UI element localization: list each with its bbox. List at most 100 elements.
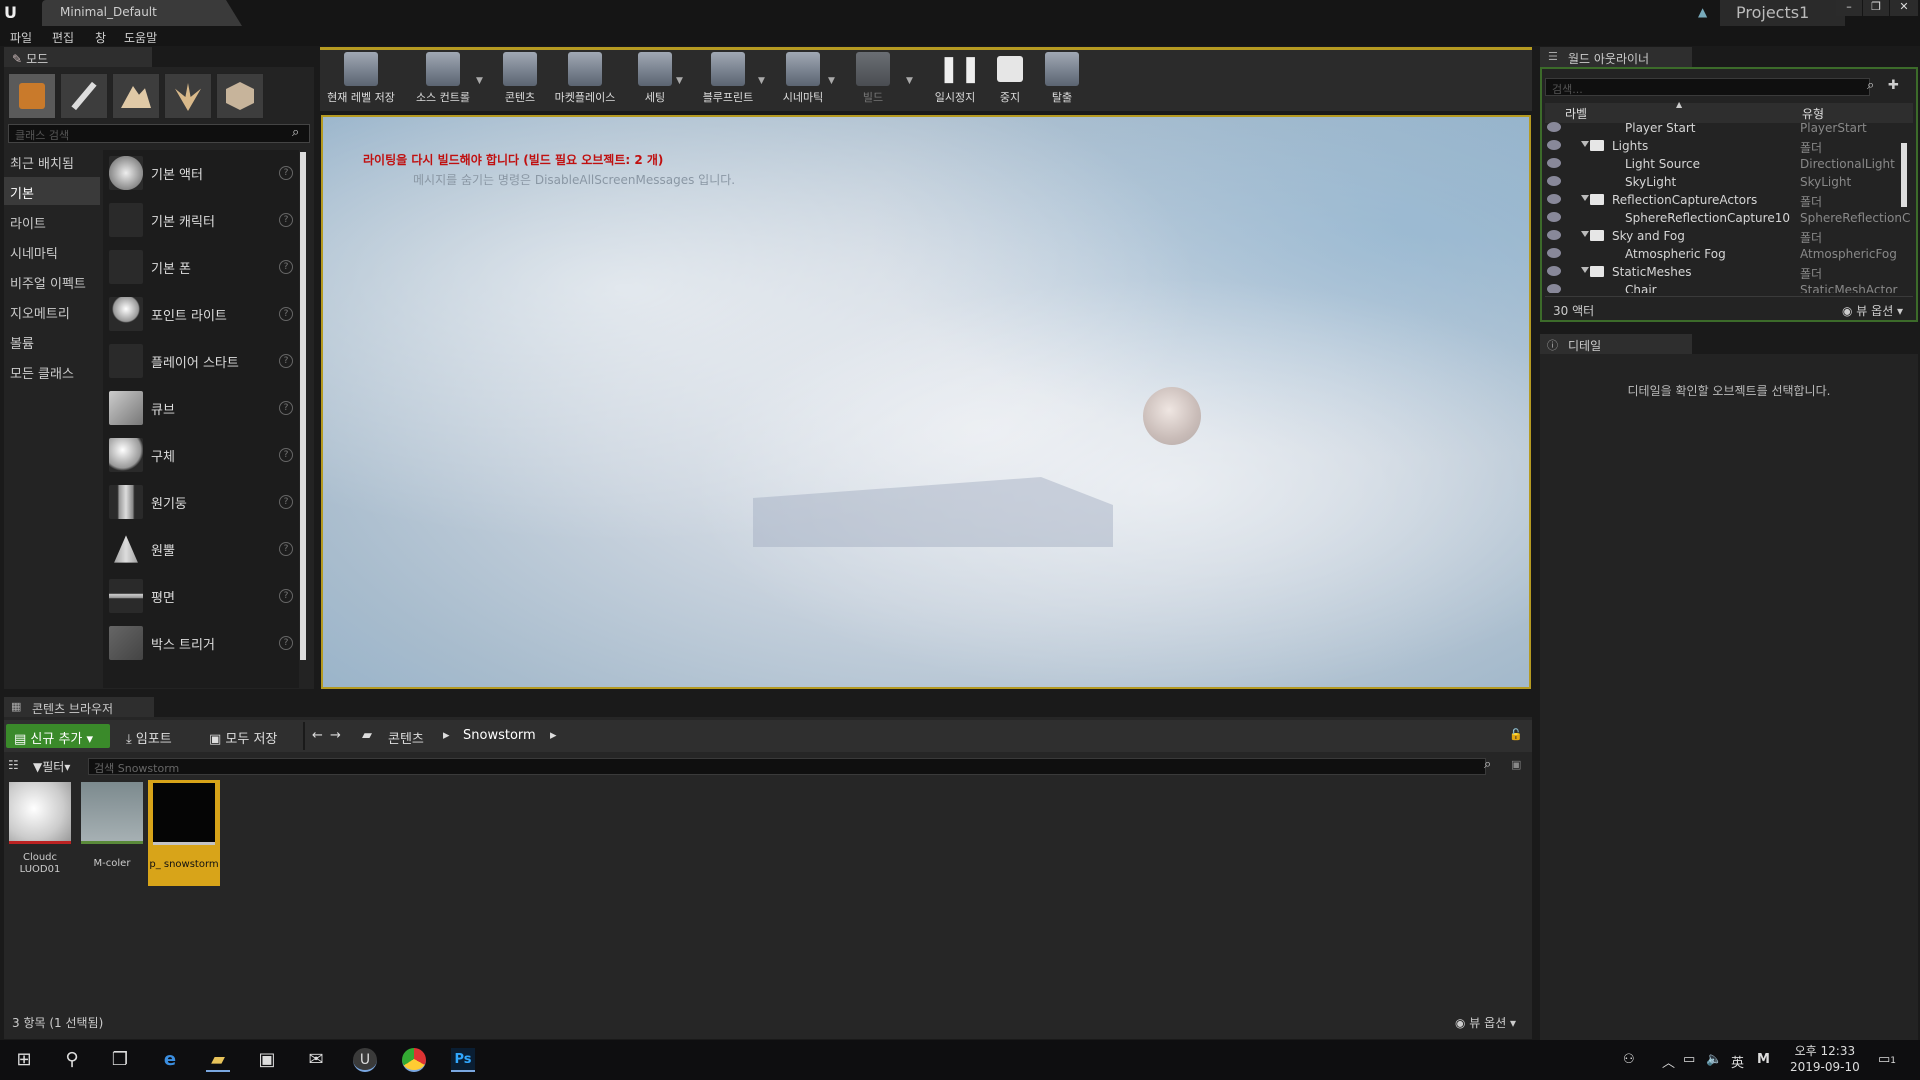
unreal-engine-icon[interactable]: U <box>353 1048 377 1072</box>
outliner-row[interactable]: Player Start PlayerStart <box>1545 119 1913 137</box>
details-tab[interactable]: 디테일 <box>1540 334 1692 354</box>
path-separator-icon[interactable]: ▸ <box>443 728 450 743</box>
path-snowstorm[interactable]: Snowstorm <box>463 728 536 743</box>
visibility-eye-icon[interactable] <box>1547 266 1561 276</box>
outliner-row[interactable]: Chair StaticMeshActor <box>1545 281 1913 293</box>
outliner-search-input[interactable]: 검색... <box>1545 78 1870 96</box>
outliner-row[interactable]: Atmospheric Fog AtmosphericFog <box>1545 245 1913 263</box>
visibility-eye-icon[interactable] <box>1547 140 1561 150</box>
blueprint-button[interactable]: 블루프린트 <box>693 52 763 108</box>
visibility-eye-icon[interactable] <box>1547 176 1561 186</box>
edge-browser-icon[interactable]: e <box>158 1048 182 1072</box>
place-item-basic-actor[interactable]: 기본 액터? <box>103 150 299 197</box>
cinematics-dropdown-icon[interactable]: ▼ <box>828 76 835 86</box>
learn-icon[interactable]: ▲ <box>1698 5 1714 19</box>
eject-button[interactable]: 탈출 <box>1027 52 1097 108</box>
outliner-scrollbar[interactable] <box>1901 143 1907 207</box>
visibility-eye-icon[interactable] <box>1547 122 1561 132</box>
outliner-row[interactable]: StaticMeshes 폴더 <box>1545 263 1913 281</box>
category-volumes[interactable]: 볼륨 <box>4 327 100 355</box>
search-icon[interactable]: ⌕ <box>1484 757 1491 772</box>
category-recent[interactable]: 최근 배치됨 <box>4 147 100 175</box>
settings-dropdown-icon[interactable]: ▼ <box>676 76 683 86</box>
place-item-point-light[interactable]: 포인트 라이트? <box>103 291 299 338</box>
store-icon[interactable]: ▣ <box>255 1048 279 1072</box>
place-item-cube[interactable]: 큐브? <box>103 385 299 432</box>
help-icon[interactable]: ? <box>279 636 293 650</box>
foliage-mode-button[interactable] <box>164 73 212 119</box>
place-mode-button[interactable] <box>8 73 56 119</box>
import-button[interactable]: ⤓ 임포트 <box>126 728 172 747</box>
level-viewport[interactable]: 라이팅을 다시 빌드해야 합니다 (빌드 필요 오브젝트: 2 개) 메시지를 … <box>321 115 1531 689</box>
place-item-cylinder[interactable]: 원기둥? <box>103 479 299 526</box>
minimize-button[interactable]: – <box>1836 0 1862 16</box>
source-control-button[interactable]: 소스 컨트롤 <box>408 52 478 108</box>
outliner-view-options[interactable]: ◉ 뷰 옵션 ▾ <box>1842 302 1903 319</box>
place-item-basic-pawn[interactable]: 기본 폰? <box>103 244 299 291</box>
expand-arrow-icon[interactable] <box>1581 267 1589 273</box>
expand-arrow-icon[interactable] <box>1581 231 1589 237</box>
visibility-eye-icon[interactable] <box>1547 248 1561 258</box>
outliner-row[interactable]: SkyLight SkyLight <box>1545 173 1913 191</box>
source-control-dropdown-icon[interactable]: ▼ <box>476 76 483 86</box>
blueprint-dropdown-icon[interactable]: ▼ <box>758 76 765 86</box>
people-icon[interactable]: ⚇ <box>1623 1052 1635 1067</box>
menu-file[interactable]: 파일 <box>10 29 32 46</box>
visibility-eye-icon[interactable] <box>1547 158 1561 168</box>
category-visual-effects[interactable]: 비주얼 이펙트 <box>4 267 100 295</box>
photoshop-icon[interactable]: Ps <box>451 1048 475 1072</box>
help-icon[interactable]: ? <box>279 542 293 556</box>
close-button[interactable]: ✕ <box>1890 0 1918 16</box>
task-view-icon[interactable]: ❐ <box>108 1048 132 1072</box>
outliner-row[interactable]: Sky and Fog 폴더 <box>1545 227 1913 245</box>
level-tab[interactable]: Minimal_Default <box>42 0 242 26</box>
tray-chevron-up-icon[interactable]: ︿ <box>1662 1052 1675 1071</box>
help-icon[interactable]: ? <box>279 260 293 274</box>
visibility-eye-icon[interactable] <box>1547 284 1561 293</box>
save-all-button[interactable]: ▣ 모두 저장 <box>209 728 277 747</box>
visibility-eye-icon[interactable] <box>1547 230 1561 240</box>
content-button[interactable]: 콘텐츠 <box>485 52 555 108</box>
path-content[interactable]: 콘텐츠 <box>388 728 424 747</box>
place-item-sphere[interactable]: 구체? <box>103 432 299 479</box>
category-cinematic[interactable]: 시네마틱 <box>4 237 100 265</box>
expand-arrow-icon[interactable] <box>1581 195 1589 201</box>
forward-arrow-icon[interactable]: → <box>330 728 341 743</box>
maximize-button[interactable]: ❐ <box>1863 0 1889 16</box>
class-search-input[interactable]: 클래스 검색 <box>8 124 310 143</box>
back-arrow-icon[interactable]: ← <box>312 728 323 743</box>
marketplace-button[interactable]: 마켓플레이스 <box>550 52 620 108</box>
search-icon[interactable]: ⚲ <box>60 1048 84 1072</box>
chrome-icon[interactable] <box>402 1048 426 1072</box>
file-explorer-icon[interactable]: ▰ <box>206 1048 230 1072</box>
visibility-eye-icon[interactable] <box>1547 212 1561 222</box>
category-lights[interactable]: 라이트 <box>4 207 100 235</box>
menu-help[interactable]: 도움말 <box>124 29 157 46</box>
volume-mute-icon[interactable]: 🔈 <box>1706 1052 1722 1067</box>
placeable-scrollbar[interactable] <box>300 152 306 660</box>
outliner-row[interactable]: ReflectionCaptureActors 폴더 <box>1545 191 1913 209</box>
filter-button[interactable]: ▼필터▾ <box>33 758 70 775</box>
content-view-options[interactable]: ◉ 뷰 옵션 ▾ <box>1455 1014 1516 1031</box>
help-icon[interactable]: ? <box>279 589 293 603</box>
asset-tile[interactable]: M-coler <box>80 782 144 869</box>
lock-icon[interactable]: 🔓 <box>1509 728 1523 741</box>
place-item-basic-character[interactable]: 기본 캐릭터? <box>103 197 299 244</box>
world-outliner-tab[interactable]: 월드 아웃라이너 <box>1540 47 1692 67</box>
outliner-row[interactable]: SphereReflectionCapture10 SphereReflectio… <box>1545 209 1913 227</box>
modes-tab[interactable]: ✎ 모드 <box>4 47 152 67</box>
help-icon[interactable]: ? <box>279 307 293 321</box>
path-separator-icon[interactable]: ▸ <box>550 728 557 743</box>
network-icon[interactable]: ▭ <box>1683 1052 1695 1067</box>
windows-start-icon[interactable]: ⊞ <box>12 1048 36 1072</box>
build-button[interactable]: 빌드 <box>838 52 908 108</box>
add-folder-icon[interactable]: ✚ <box>1888 78 1899 93</box>
content-search-input[interactable]: 검색 Snowstorm <box>88 758 1486 775</box>
add-new-button[interactable]: ▤ 신규 추가 ▾ <box>6 724 110 748</box>
menu-edit[interactable]: 편집 <box>52 29 74 46</box>
asset-tile-selected[interactable]: p_ snowstorm <box>148 780 220 886</box>
help-icon[interactable]: ? <box>279 448 293 462</box>
search-icon[interactable]: ⌕ <box>292 125 299 140</box>
place-item-cone[interactable]: 원뿔? <box>103 526 299 573</box>
ime-mode[interactable]: M <box>1757 1052 1770 1067</box>
